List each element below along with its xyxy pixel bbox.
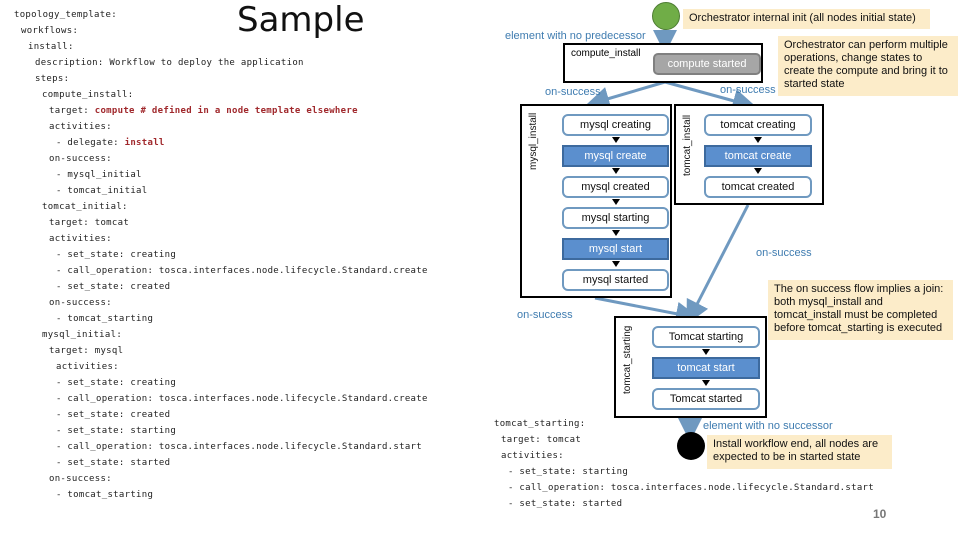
step-name: tomcat_install — [682, 114, 693, 176]
start-node-icon — [652, 2, 680, 30]
step-tomcat-install[interactable]: tomcat_install tomcat creating tomcat cre… — [674, 104, 824, 205]
step-name: mysql_install — [528, 112, 539, 170]
label-no-successor: element with no successor — [703, 420, 833, 432]
arrow-down-icon — [611, 261, 620, 267]
arrow-down-icon — [611, 168, 620, 174]
label-on-success-mysql: on-success — [517, 309, 573, 321]
label-on-success-right: on-success — [720, 84, 776, 96]
note-join: The on success flow implies a join: both… — [768, 280, 953, 340]
state-compute-started: compute started — [653, 53, 761, 75]
step-tomcat-starting[interactable]: tomcat_starting Tomcat starting tomcat st… — [614, 316, 767, 418]
page-number: 10 — [873, 507, 887, 521]
state-box: mysql created — [562, 176, 669, 198]
note-end: Install workflow end, all nodes are expe… — [707, 435, 892, 469]
step-name: compute_install — [571, 48, 641, 59]
connector-tomcat-install-to-starting — [686, 204, 750, 325]
operation-box: mysql start — [562, 238, 669, 260]
state-box: tomcat creating — [704, 114, 812, 136]
state-box: mysql started — [562, 269, 669, 291]
state-box: Tomcat started — [652, 388, 760, 410]
step-name: tomcat_starting — [622, 325, 633, 394]
label-on-success-left: on-success — [545, 86, 601, 98]
connector-compute-to-mysql — [585, 80, 666, 111]
arrow-down-icon — [611, 230, 620, 236]
state-box: Tomcat starting — [652, 326, 760, 348]
label-on-success-tomcat: on-success — [756, 247, 812, 259]
label-no-predecessor: element with no predecessor — [505, 30, 646, 42]
step-compute-install[interactable]: compute_install compute started — [563, 43, 763, 83]
arrow-down-icon — [702, 349, 710, 355]
operation-box: mysql create — [562, 145, 669, 167]
arrow-down-icon — [754, 168, 762, 174]
arrow-down-icon — [754, 137, 762, 143]
state-box: tomcat created — [704, 176, 812, 198]
state-box: mysql starting — [562, 207, 669, 229]
note-init: Orchestrator internal init (all nodes in… — [683, 9, 930, 29]
connector-mysql-install-to-starting — [594, 296, 700, 326]
note-compute: Orchestrator can perform multiple operat… — [778, 36, 958, 96]
end-node-icon — [677, 432, 705, 460]
arrow-down-icon — [702, 380, 710, 386]
arrow-down-icon — [611, 199, 620, 205]
step-mysql-install[interactable]: mysql_install mysql creating mysql create… — [520, 104, 672, 298]
state-box: mysql creating — [562, 114, 669, 136]
operation-box: tomcat create — [704, 145, 812, 167]
operation-box: tomcat start — [652, 357, 760, 379]
arrow-down-icon — [611, 137, 620, 143]
